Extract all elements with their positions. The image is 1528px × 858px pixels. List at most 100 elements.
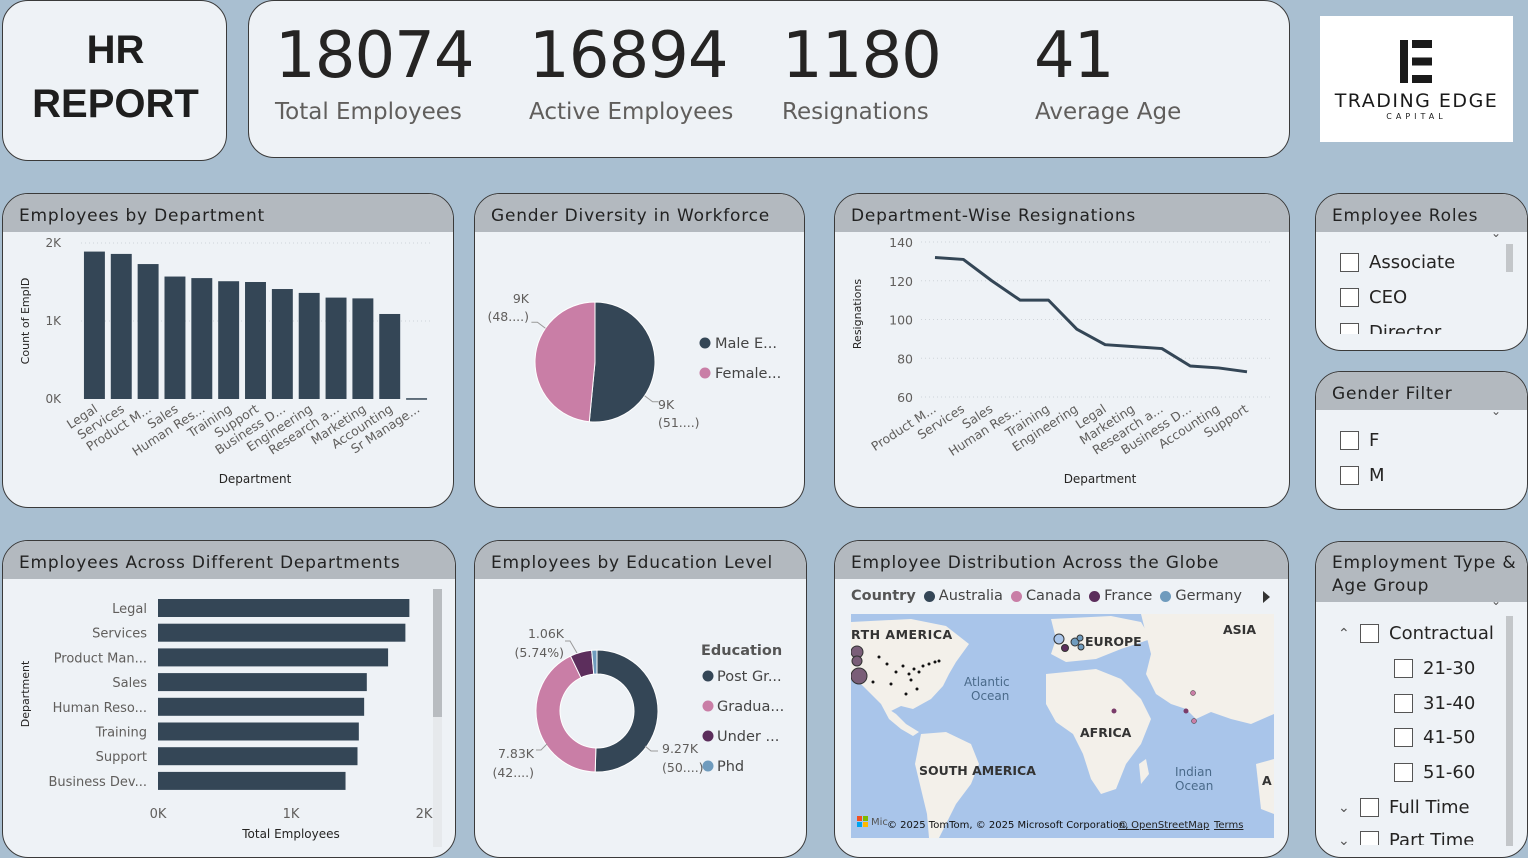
scrollbar[interactable] [433,589,442,847]
slicer-item-part-time[interactable]: ⌄ Part Time [1338,830,1474,845]
data-label: (50....) [662,760,704,775]
checkbox[interactable] [1394,694,1413,713]
map-bubble [851,667,868,685]
y-tick-label: 1K [45,314,62,328]
active-employees-label: Active Employees [529,99,734,125]
slicer-item-director[interactable]: Director [1340,322,1441,334]
logo-name: TRADING EDGE [1334,90,1499,112]
world-map[interactable]: RTH AMERICA EUROPE ASIA Atlantic Ocean A… [851,614,1274,838]
legend-label-france: France [1104,588,1153,604]
chevron-down-icon[interactable]: ⌄ [1491,404,1501,418]
map-osm-link[interactable]: © OpenStreetMap [1118,820,1209,831]
scrollbar[interactable] [1506,616,1513,846]
bar [191,278,213,399]
checkbox[interactable] [1340,466,1359,485]
map-label-indian: Indian [1175,765,1212,779]
checkbox[interactable] [1360,831,1379,845]
map-dot [915,687,919,691]
education-level-panel: Employees by Education Level 9.27K (50...… [474,540,807,858]
checkbox[interactable] [1394,728,1413,747]
leader-line [536,743,548,751]
y-tick-label: Business Dev... [48,775,147,790]
slicer-item-41-50[interactable]: 41-50 [1394,727,1475,748]
slicer-item-51-60[interactable]: 51-60 [1394,762,1475,783]
panel-title: Employment Type & Age Group [1316,542,1527,602]
checkbox[interactable] [1340,431,1359,450]
checkbox[interactable] [1360,624,1379,643]
map-label-africa: AFRICA [1080,725,1132,740]
data-label: 9K [658,397,675,412]
checkbox[interactable] [1340,288,1359,307]
legend-label-australia: Australia [938,588,1003,604]
panel-title: Employees by Education Level [475,541,806,579]
slicer-item-male[interactable]: M [1340,465,1385,486]
total-employees-value: 18074 [275,19,475,93]
checkbox[interactable] [1360,798,1379,817]
employees-across-departments-chart: Legal Services Product Man... Sales Human Re… [19,599,433,841]
map-dot [889,682,893,686]
gender-filter-slicer: Gender Filter ⌄ F M [1315,371,1528,510]
checkbox[interactable] [1340,323,1359,334]
x-tick-label: 1K [283,807,300,822]
report-title-card: HR REPORT [2,0,227,161]
slicer-item-associate[interactable]: Associate [1340,252,1455,273]
bar [406,398,428,400]
active-employees-value: 16894 [529,19,729,93]
map-dot [1111,708,1117,714]
gender-diversity-panel: Gender Diversity in Workforce 9K (51....)… [474,193,805,508]
employees-across-departments-panel: Employees Across Different Departments L… [2,540,456,858]
legend-marker [702,730,714,742]
checkbox[interactable] [1340,253,1359,272]
legend-next-arrow-icon[interactable] [1263,591,1270,603]
chevron-down-icon[interactable]: ⌄ [1338,833,1360,846]
map-dot [927,662,931,666]
legend-title: Education [701,643,782,659]
legend-marker [699,337,711,349]
slicer-list: Associate CEO Director [1316,242,1527,334]
slicer-item-ceo[interactable]: CEO [1340,287,1407,308]
scrollbar[interactable] [1506,244,1513,272]
map-label-atlantic: Atlantic [964,675,1010,689]
x-axis-label: Department [1064,472,1137,486]
chevron-down-icon[interactable]: ⌄ [1491,226,1501,240]
employee-roles-slicer: Employee Roles ⌄ Associate CEO Director [1315,193,1528,351]
report-title: HR REPORT [32,28,199,126]
panel-title: Department-Wise Resignations [835,194,1289,232]
checkbox[interactable] [1394,659,1413,678]
legend-marker [702,670,714,682]
bar [245,282,266,399]
leader-line [565,640,578,654]
map-attribution: © 2025 TomTom, © 2025 Microsoft Corporat… [887,820,1128,831]
slicer-item-full-time[interactable]: ⌄ Full Time [1338,797,1470,818]
legend-label-canada: Canada [1025,588,1082,604]
map-label-europe: EUROPE [1085,634,1142,649]
y-tick-label: Training [95,726,147,741]
checkbox[interactable] [1394,763,1413,782]
scrollbar-thumb[interactable] [433,589,442,717]
slicer-item-31-40[interactable]: 31-40 [1394,693,1475,714]
bar [158,648,389,667]
legend-marker [699,367,711,379]
map-dot [917,670,921,674]
map-terms-link[interactable]: Terms [1213,820,1243,831]
logo-subtitle: CAPITAL [1386,112,1447,121]
map-dot [907,672,911,676]
legend-dot-canada [1010,590,1022,602]
average-age-value: 41 [1034,19,1114,93]
bar [379,313,401,399]
legend-dot-germany [1160,590,1172,602]
chevron-up-icon[interactable]: ⌃ [1338,626,1360,642]
bar [158,722,359,741]
slicer-item-contractual[interactable]: ⌃ Contractual [1338,623,1494,644]
slicer-item-female[interactable]: F [1340,430,1379,451]
slicer-item-21-30[interactable]: 21-30 [1394,658,1475,679]
chevron-down-icon[interactable]: ⌄ [1338,800,1360,816]
map-dot [909,678,913,682]
chevron-down-icon[interactable]: ⌄ [1491,594,1501,608]
employee-map-panel: Employee Distribution Across the Globe C… [834,540,1289,858]
map-ms-text: Mic [871,817,888,828]
employees-by-department-panel: Employees by Department 0K 1K 2K Legal Servi… [2,193,454,508]
legend-label: Male E... [715,336,777,352]
map-bubble [1053,633,1065,645]
bar [352,298,374,399]
